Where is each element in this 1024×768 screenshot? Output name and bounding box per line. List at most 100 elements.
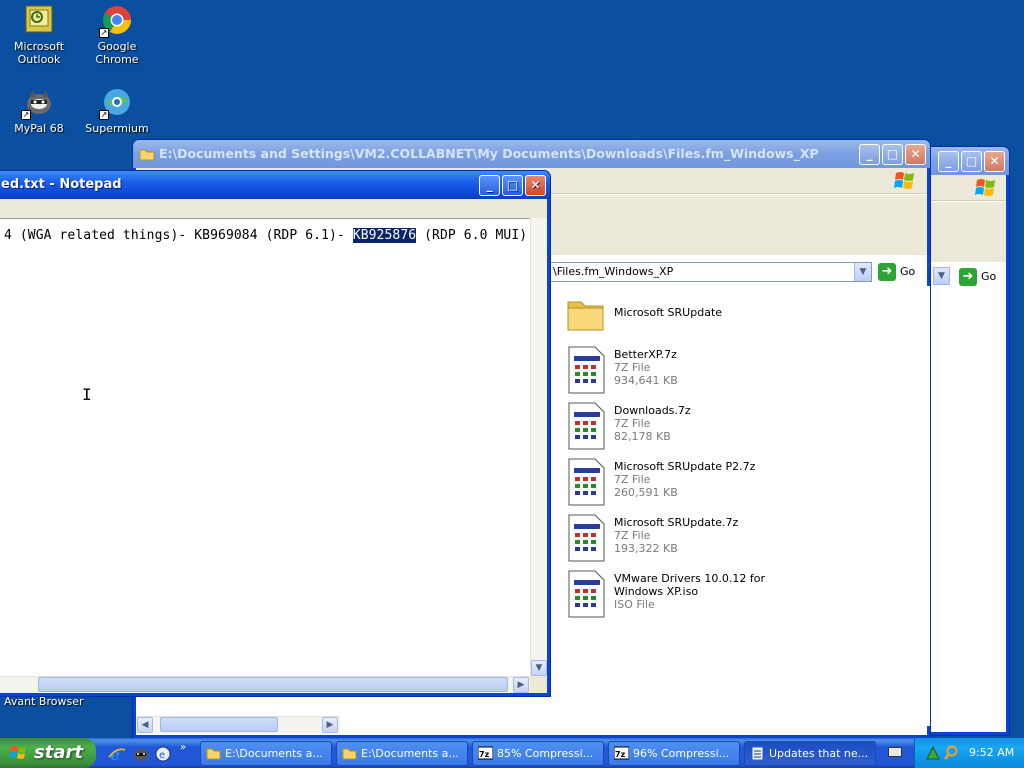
file-item[interactable]: Microsoft SRUpdate P2.7z 7Z File 260,591… bbox=[566, 458, 906, 510]
scrollbar-thumb[interactable] bbox=[38, 677, 508, 692]
show-desktop-icon[interactable]: e bbox=[154, 745, 172, 763]
scroll-down-button[interactable]: ▼ bbox=[531, 660, 547, 676]
search-icon[interactable] bbox=[943, 745, 959, 761]
taskbar: start e e » E:\Documents a... E:\Documen… bbox=[0, 738, 1024, 768]
address-input[interactable]: \Files.fm_Windows_XP ▼ bbox=[550, 262, 872, 282]
toolbar-area bbox=[931, 202, 1006, 262]
7z-file-icon bbox=[568, 458, 605, 506]
minimize-button[interactable]: _ bbox=[938, 151, 959, 172]
menu-bar bbox=[931, 175, 1006, 201]
file-name: Microsoft SRUpdate P2.7z bbox=[614, 460, 756, 473]
folder-icon bbox=[139, 149, 155, 161]
scrollbar-thumb[interactable] bbox=[160, 717, 278, 732]
taskbar-item[interactable]: 7z 96% Compressi... bbox=[608, 741, 740, 766]
maximize-button[interactable]: □ bbox=[502, 175, 523, 196]
file-size: 82,178 KB bbox=[614, 430, 671, 443]
menu-bar bbox=[0, 199, 547, 218]
file-size: 260,591 KB bbox=[614, 486, 678, 499]
start-button[interactable]: start bbox=[0, 738, 96, 768]
text-area[interactable]: 4 (WGA related things)- KB969084 (RDP 6.… bbox=[0, 218, 530, 676]
svg-text:7z: 7z bbox=[479, 750, 490, 759]
explorer-window-back[interactable]: _ □ ✕ ▼ ➜ Go bbox=[930, 146, 1010, 736]
horizontal-scrollbar[interactable]: ◀ ▶ bbox=[136, 716, 340, 733]
go-button[interactable]: ➜ Go bbox=[959, 267, 996, 287]
file-name: Microsoft SRUpdate bbox=[614, 306, 723, 319]
file-item[interactable]: Microsoft SRUpdate.7z 7Z File 193,322 KB bbox=[566, 514, 906, 566]
iso-file-icon bbox=[568, 570, 605, 618]
network-icon[interactable] bbox=[925, 745, 941, 761]
scroll-right-button[interactable]: ▶ bbox=[513, 677, 529, 693]
7zip-icon: 7z bbox=[478, 746, 493, 760]
go-arrow-icon: ➜ bbox=[878, 263, 896, 281]
windows-logo-icon bbox=[893, 169, 921, 193]
ie-icon[interactable]: e bbox=[108, 745, 126, 764]
horizontal-scrollbar[interactable]: ▶ bbox=[0, 676, 530, 693]
clock[interactable]: 9:52 AM bbox=[969, 738, 1014, 768]
minimize-button[interactable]: _ bbox=[479, 175, 500, 196]
desktop-icon-chrome[interactable]: ↗ Google Chrome bbox=[78, 4, 156, 66]
taskbar-item[interactable]: E:\Documents a... bbox=[336, 741, 468, 766]
svg-text:7z: 7z bbox=[615, 750, 626, 759]
folder-icon bbox=[342, 748, 357, 760]
outlook-icon bbox=[23, 4, 55, 36]
title-bar[interactable]: _ □ ✕ bbox=[931, 147, 1009, 175]
file-item[interactable]: Downloads.7z 7Z File 82,178 KB bbox=[566, 402, 906, 454]
mypal-quicklaunch-icon[interactable] bbox=[132, 745, 150, 763]
file-list: Microsoft SRUpdate BetterXP.7z 7Z File 9… bbox=[550, 286, 930, 726]
quicklaunch-overflow-button[interactable]: » bbox=[180, 742, 186, 753]
7z-file-icon bbox=[568, 346, 605, 394]
title-bar[interactable]: E:\Documents and Settings\VM2.COLLABNET\… bbox=[133, 140, 930, 168]
vertical-scrollbar[interactable]: ▼ bbox=[530, 218, 547, 676]
file-type: ISO File bbox=[614, 598, 655, 611]
system-tray: 9:52 AM bbox=[914, 738, 1024, 768]
go-button[interactable]: ➜ Go bbox=[878, 262, 915, 282]
window-title: ed.txt - Notepad bbox=[1, 177, 122, 192]
file-item[interactable]: BetterXP.7z 7Z File 934,641 KB bbox=[566, 346, 906, 398]
desktop-icon-label: Google Chrome bbox=[95, 40, 139, 66]
7zip-icon: 7z bbox=[614, 746, 629, 760]
windows-logo-icon bbox=[974, 176, 1002, 200]
size-grip[interactable] bbox=[530, 676, 547, 693]
desktop-icon-label: MyPal 68 bbox=[14, 122, 64, 135]
file-type: 7Z File bbox=[614, 473, 651, 486]
text-cursor-icon: I bbox=[82, 385, 92, 404]
svg-text:e: e bbox=[159, 750, 165, 761]
taskbar-item[interactable]: Updates that ne... bbox=[744, 741, 876, 766]
address-dropdown-button[interactable]: ▼ bbox=[933, 267, 950, 285]
close-button[interactable]: ✕ bbox=[905, 144, 926, 165]
selected-text: KB925876 bbox=[352, 228, 417, 243]
minimize-button[interactable]: _ bbox=[859, 144, 880, 165]
maximize-button[interactable]: □ bbox=[882, 144, 903, 165]
desktop-icon-mypal[interactable]: ↗ MyPal 68 bbox=[0, 86, 78, 135]
file-size: 193,322 KB bbox=[614, 542, 678, 555]
folder-icon bbox=[206, 748, 221, 760]
file-type: 7Z File bbox=[614, 417, 651, 430]
window-title: E:\Documents and Settings\VM2.COLLABNET\… bbox=[159, 146, 819, 161]
file-name: VMware Drivers 10.0.12 for Windows XP.is… bbox=[614, 572, 765, 598]
taskbar-item[interactable]: E:\Documents a... bbox=[200, 741, 332, 766]
maximize-button[interactable]: □ bbox=[961, 151, 982, 172]
7z-file-icon bbox=[568, 402, 605, 450]
go-arrow-icon: ➜ bbox=[959, 268, 977, 286]
file-size: 934,641 KB bbox=[614, 374, 678, 387]
folder-icon bbox=[567, 301, 604, 331]
desktop-icon-label: Microsoft Outlook bbox=[13, 40, 65, 66]
windows-flag-icon bbox=[10, 746, 26, 759]
desktop-icon-supermium[interactable]: ↗ Supermium bbox=[78, 86, 156, 135]
file-item[interactable]: Microsoft SRUpdate bbox=[566, 294, 906, 346]
7z-file-icon bbox=[568, 514, 605, 562]
close-button[interactable]: ✕ bbox=[984, 151, 1005, 172]
file-item[interactable]: VMware Drivers 10.0.12 for Windows XP.is… bbox=[566, 570, 906, 622]
address-dropdown-button[interactable]: ▼ bbox=[854, 263, 871, 281]
taskbar-item[interactable]: 7z 85% Compressi... bbox=[472, 741, 604, 766]
scroll-left-button[interactable]: ◀ bbox=[137, 717, 153, 733]
notepad-icon bbox=[751, 746, 764, 760]
notepad-window[interactable]: ed.txt - Notepad _ □ ✕ 4 (WGA related th… bbox=[0, 170, 551, 697]
keyboard-icon[interactable] bbox=[888, 747, 902, 757]
file-name: Microsoft SRUpdate.7z bbox=[614, 516, 739, 529]
close-button[interactable]: ✕ bbox=[525, 175, 546, 196]
title-bar[interactable]: ed.txt - Notepad _ □ ✕ bbox=[0, 171, 550, 199]
desktop-icon-outlook[interactable]: Microsoft Outlook bbox=[0, 4, 78, 66]
scroll-right-button[interactable]: ▶ bbox=[322, 717, 338, 733]
file-type: 7Z File bbox=[614, 361, 651, 374]
